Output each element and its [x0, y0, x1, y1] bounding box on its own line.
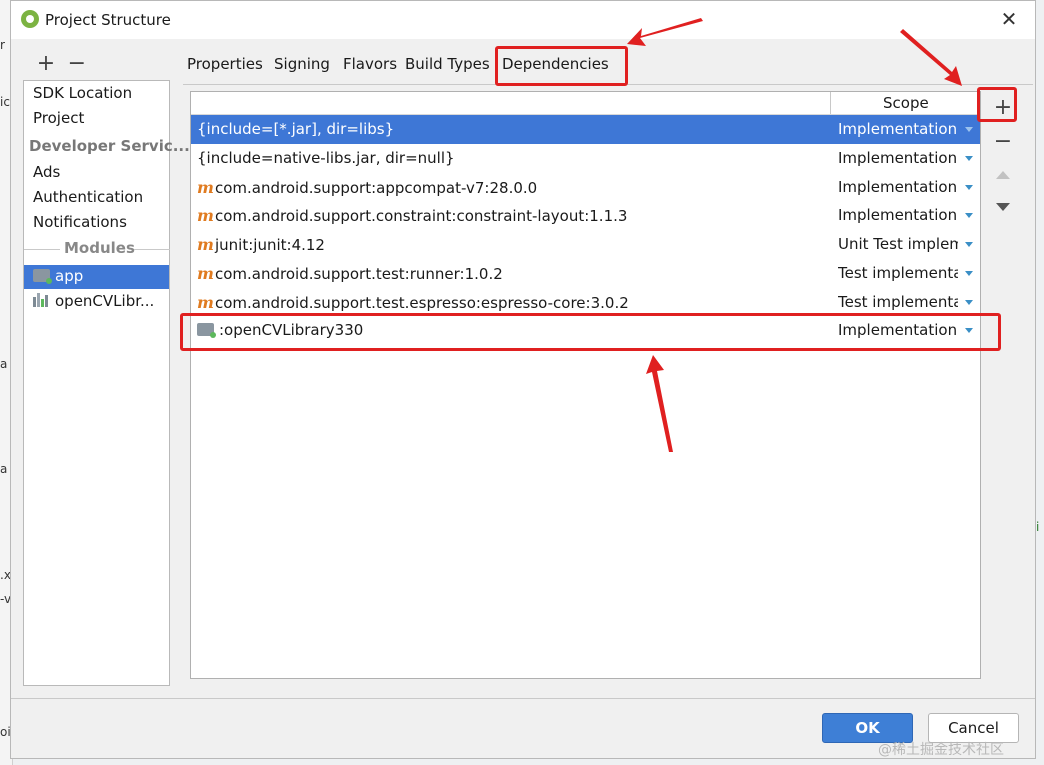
arrow-to-opencv-row	[646, 355, 673, 452]
annotation-arrows	[627, 18, 962, 452]
arrow-to-dependencies-tab	[627, 18, 703, 46]
arrow-to-add-button	[900, 29, 962, 86]
